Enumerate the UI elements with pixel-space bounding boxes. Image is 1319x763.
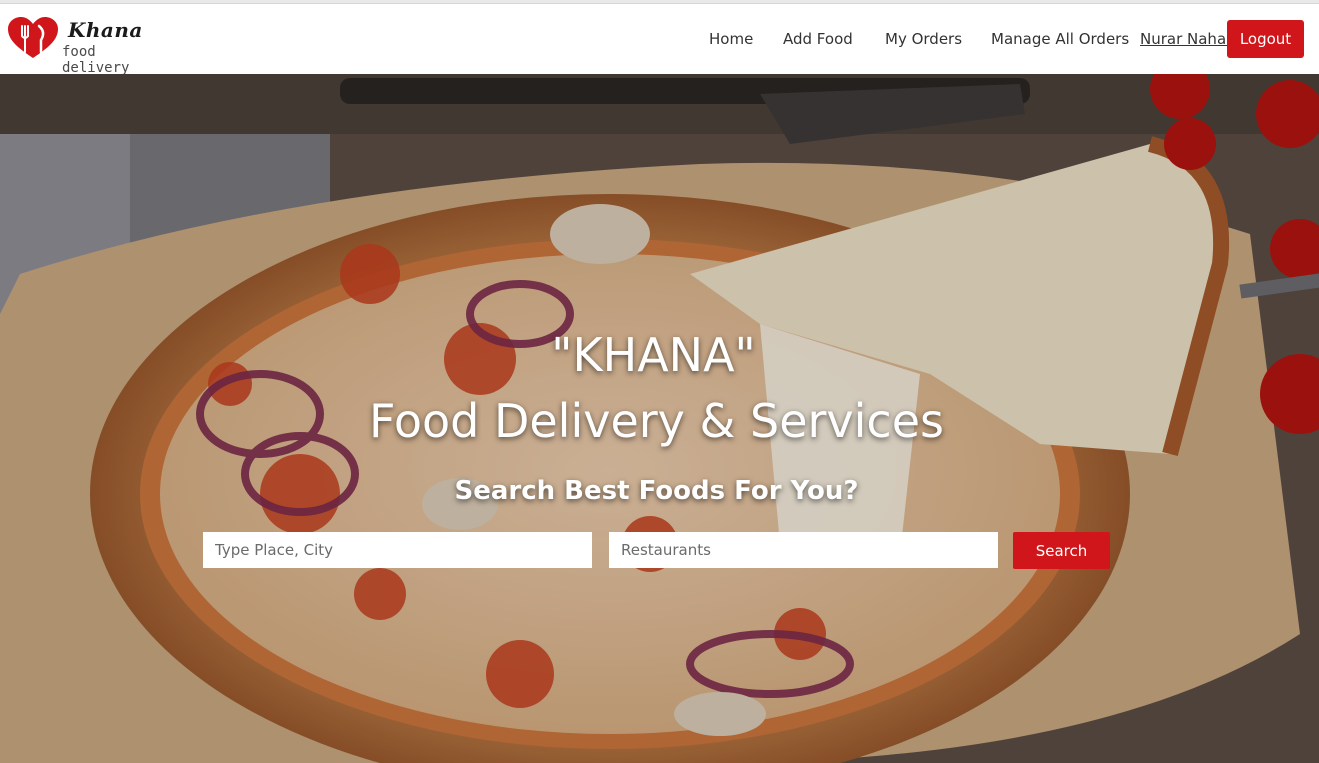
restaurants-input[interactable] <box>609 532 998 568</box>
nav-add-food[interactable]: Add Food <box>783 30 853 48</box>
nav-my-orders[interactable]: My Orders <box>885 30 962 48</box>
brand-logo[interactable]: Khana food delivery <box>6 14 166 76</box>
heart-fork-icon <box>8 17 58 58</box>
nav-user-name[interactable]: Nurar Nahar <box>1140 30 1228 48</box>
logout-button[interactable]: Logout <box>1227 20 1304 58</box>
hero-subtitle: Search Best Foods For You? <box>454 476 859 506</box>
search-button[interactable]: Search <box>1013 532 1110 569</box>
hero-banner: "KHANA" Food Delivery & Services Search … <box>0 74 1319 763</box>
place-city-input[interactable] <box>203 532 592 568</box>
hero-title-brand: "KHANA" <box>551 328 756 382</box>
brand-tagline: food delivery <box>62 44 130 76</box>
nav-manage-all-orders[interactable]: Manage All Orders <box>991 30 1129 48</box>
navbar: Khana food delivery Home Add Food My Ord… <box>0 4 1319 76</box>
hero-title-tagline: Food Delivery & Services <box>369 394 944 448</box>
brand-name: Khana <box>68 18 143 42</box>
nav-home[interactable]: Home <box>709 30 753 48</box>
